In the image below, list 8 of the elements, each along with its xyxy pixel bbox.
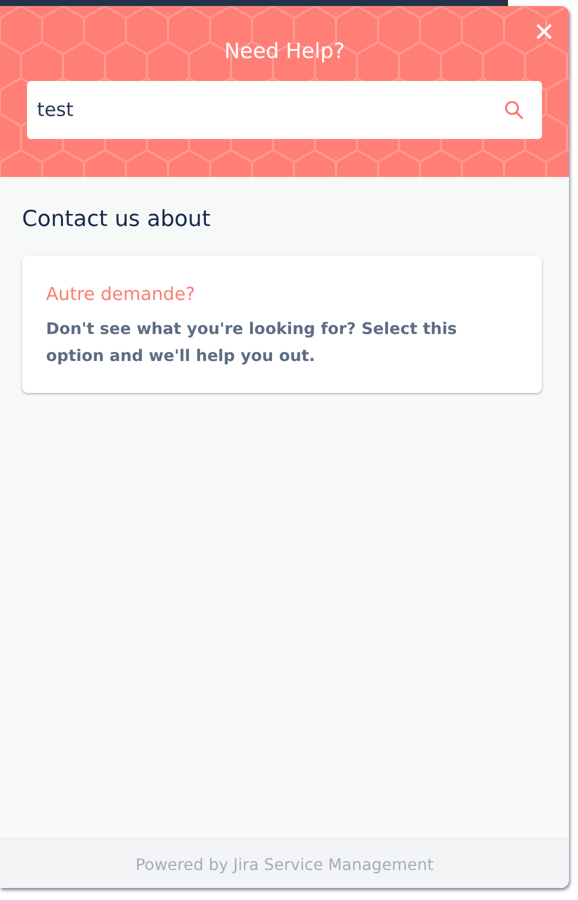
option-description: Don't see what you're looking for? Select this option and we'll help you out.: [46, 318, 458, 367]
powered-by-text: Powered by Jira Service Management: [135, 854, 434, 874]
option-card[interactable]: Autre demande? Don't see what you're looking for? Select this option and we'll help you out.: [22, 256, 542, 393]
panel-title: Need Help?: [224, 39, 345, 63]
option-title: Autre demande?: [46, 284, 196, 305]
search-field[interactable]: test: [27, 81, 542, 139]
search-icon[interactable]: [504, 100, 524, 120]
section-heading: Contact us about: [22, 207, 212, 232]
